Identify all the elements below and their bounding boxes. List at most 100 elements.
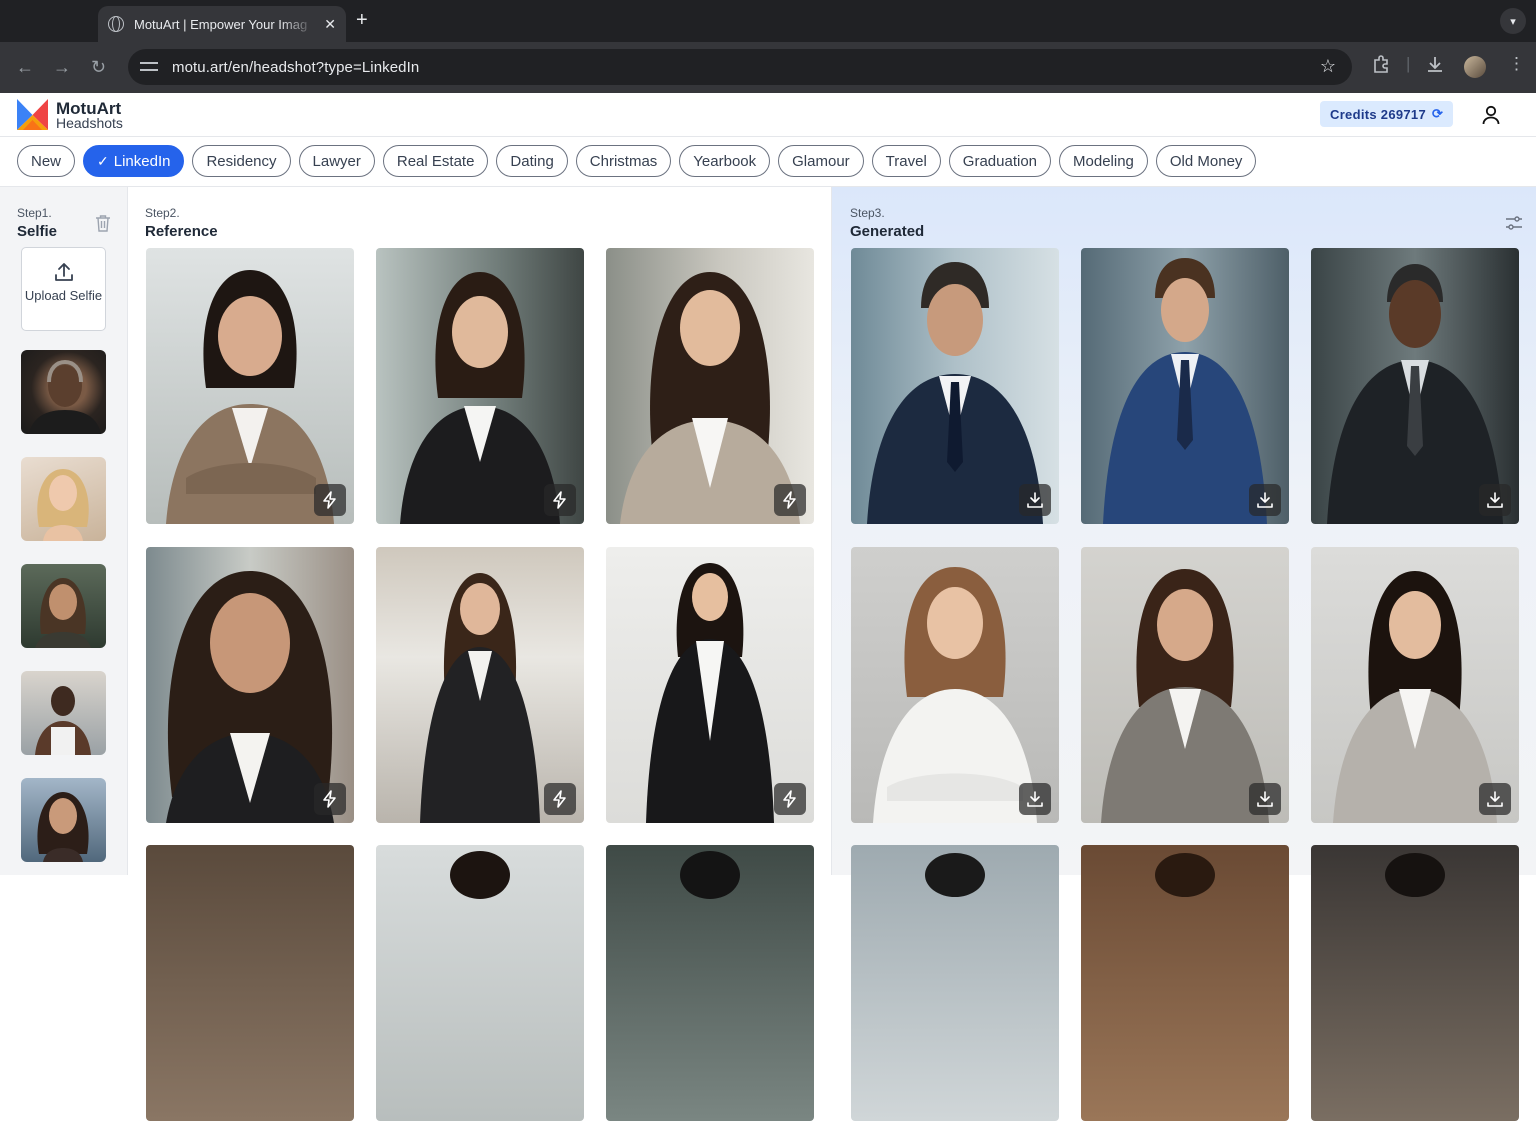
generated-image[interactable] bbox=[1081, 547, 1289, 823]
user-icon[interactable] bbox=[1482, 105, 1500, 125]
reference-image[interactable] bbox=[376, 845, 584, 1121]
profile-avatar[interactable] bbox=[1464, 56, 1486, 78]
chip-linkedin[interactable]: ✓ LinkedIn bbox=[83, 145, 185, 177]
chip-label: Christmas bbox=[589, 152, 658, 170]
chip-lawyer[interactable]: Lawyer bbox=[298, 145, 375, 177]
back-icon[interactable]: ← bbox=[16, 56, 34, 78]
chip-modeling[interactable]: Modeling bbox=[1059, 145, 1148, 177]
reference-image[interactable] bbox=[146, 248, 354, 524]
reference-image[interactable] bbox=[606, 248, 814, 524]
chip-residency[interactable]: Residency bbox=[192, 145, 291, 177]
chip-label: Real Estate bbox=[396, 152, 475, 170]
trash-icon[interactable] bbox=[95, 214, 111, 232]
man-navy-suit-image bbox=[867, 262, 1043, 524]
refresh-icon[interactable]: ⟳ bbox=[1432, 106, 1443, 122]
chip-christmas[interactable]: Christmas bbox=[575, 145, 672, 177]
download-icon bbox=[1487, 492, 1503, 508]
generated-image[interactable] bbox=[1081, 248, 1289, 524]
close-icon[interactable]: ✕ bbox=[324, 16, 336, 33]
lightning-button[interactable] bbox=[314, 484, 346, 516]
chip-new[interactable]: New bbox=[17, 145, 76, 177]
man-partial-image bbox=[925, 853, 985, 897]
category-chips: New ✓ LinkedIn Residency Lawyer Real Esta… bbox=[17, 145, 1257, 177]
download-icon bbox=[1257, 492, 1273, 508]
chip-label: Yearbook bbox=[693, 152, 757, 170]
download-button[interactable] bbox=[1249, 783, 1281, 815]
chip-glamour[interactable]: Glamour bbox=[778, 145, 864, 177]
browser-toolbar: ← → ↻ motu.art/en/headshot?type=LinkedIn… bbox=[0, 42, 1536, 93]
address-bar[interactable]: motu.art/en/headshot?type=LinkedIn ☆ bbox=[128, 49, 1352, 85]
chevron-down-icon[interactable]: ▾ bbox=[1500, 8, 1526, 34]
more-menu-icon[interactable]: ⋮ bbox=[1508, 54, 1525, 74]
filter-settings-icon[interactable] bbox=[1505, 215, 1523, 231]
download-button[interactable] bbox=[1479, 783, 1511, 815]
chip-real-estate[interactable]: Real Estate bbox=[382, 145, 489, 177]
upload-icon bbox=[54, 263, 73, 281]
man-partial-image bbox=[1155, 853, 1215, 897]
browser-tab[interactable]: MotuArt | Empower Your Imag ✕ bbox=[98, 6, 346, 42]
step1-label: Step1. bbox=[17, 206, 52, 220]
generated-image[interactable] bbox=[1311, 547, 1519, 823]
reference-image[interactable] bbox=[606, 845, 814, 1121]
man-blue-suit-image bbox=[1103, 258, 1267, 524]
selfie-thumbnail[interactable] bbox=[21, 778, 106, 862]
chip-graduation[interactable]: Graduation bbox=[948, 145, 1052, 177]
lightning-icon bbox=[553, 491, 566, 509]
reference-image[interactable] bbox=[146, 845, 354, 1121]
woman-white-shirt-image bbox=[873, 567, 1037, 823]
credits-label: Credits 269717 bbox=[1330, 106, 1426, 122]
generated-image[interactable] bbox=[851, 845, 1059, 1121]
download-icon bbox=[1027, 791, 1043, 807]
download-button[interactable] bbox=[1479, 484, 1511, 516]
lightning-button[interactable] bbox=[544, 783, 576, 815]
lightning-button[interactable] bbox=[314, 783, 346, 815]
selfie-thumbnail[interactable] bbox=[21, 350, 106, 434]
generated-image[interactable] bbox=[851, 248, 1059, 524]
reference-image[interactable] bbox=[376, 248, 584, 524]
selfie-thumbnail[interactable] bbox=[21, 671, 106, 755]
selfie-long-haired-man bbox=[35, 578, 91, 648]
chip-label: Lawyer bbox=[312, 152, 361, 170]
chip-old-money[interactable]: Old Money bbox=[1155, 145, 1257, 177]
chip-yearbook[interactable]: Yearbook bbox=[679, 145, 771, 177]
reference-image[interactable] bbox=[146, 547, 354, 823]
check-icon: ✓ bbox=[97, 152, 109, 169]
lightning-button[interactable] bbox=[774, 484, 806, 516]
site-settings-icon[interactable] bbox=[140, 60, 158, 74]
motuart-logo[interactable] bbox=[17, 99, 48, 130]
extensions-icon[interactable] bbox=[1371, 54, 1391, 74]
woman-light-blazer-image bbox=[1333, 571, 1497, 823]
download-button[interactable] bbox=[1249, 484, 1281, 516]
reload-icon[interactable]: ↻ bbox=[91, 56, 106, 78]
reference-image[interactable] bbox=[606, 547, 814, 823]
download-button[interactable] bbox=[1019, 484, 1051, 516]
reference-column: Step2. Reference bbox=[128, 187, 831, 1121]
forward-icon[interactable]: → bbox=[53, 56, 71, 78]
step2-title: Reference bbox=[145, 223, 218, 240]
star-icon[interactable]: ☆ bbox=[1320, 56, 1336, 77]
generated-image[interactable] bbox=[1311, 248, 1519, 524]
downloads-icon[interactable] bbox=[1425, 54, 1445, 74]
reference-image[interactable] bbox=[376, 547, 584, 823]
upload-selfie-label: Upload Selfie bbox=[24, 288, 103, 303]
new-tab-icon[interactable]: + bbox=[356, 9, 368, 32]
toolbar-separator: | bbox=[1406, 54, 1411, 73]
selfie-thumbnail[interactable] bbox=[21, 457, 106, 541]
generated-image[interactable] bbox=[1311, 845, 1519, 1121]
generated-image[interactable] bbox=[851, 547, 1059, 823]
browser-tab-bar: MotuArt | Empower Your Imag ✕ + ▾ bbox=[0, 0, 1536, 42]
woman-grey-blazer-image bbox=[620, 272, 800, 524]
chip-travel[interactable]: Travel bbox=[871, 145, 941, 177]
generated-image[interactable] bbox=[1081, 845, 1289, 1121]
chip-label: Dating bbox=[510, 152, 554, 170]
chip-dating[interactable]: Dating bbox=[496, 145, 568, 177]
step3-title: Generated bbox=[850, 223, 925, 240]
credits-badge[interactable]: Credits 269717 ⟳ bbox=[1320, 101, 1454, 127]
lightning-icon bbox=[323, 491, 336, 509]
lightning-button[interactable] bbox=[774, 783, 806, 815]
selfie-thumbnail[interactable] bbox=[21, 564, 106, 648]
download-button[interactable] bbox=[1019, 783, 1051, 815]
upload-selfie-button[interactable]: Upload Selfie bbox=[21, 247, 106, 331]
lightning-button[interactable] bbox=[544, 484, 576, 516]
lightning-icon bbox=[553, 790, 566, 808]
